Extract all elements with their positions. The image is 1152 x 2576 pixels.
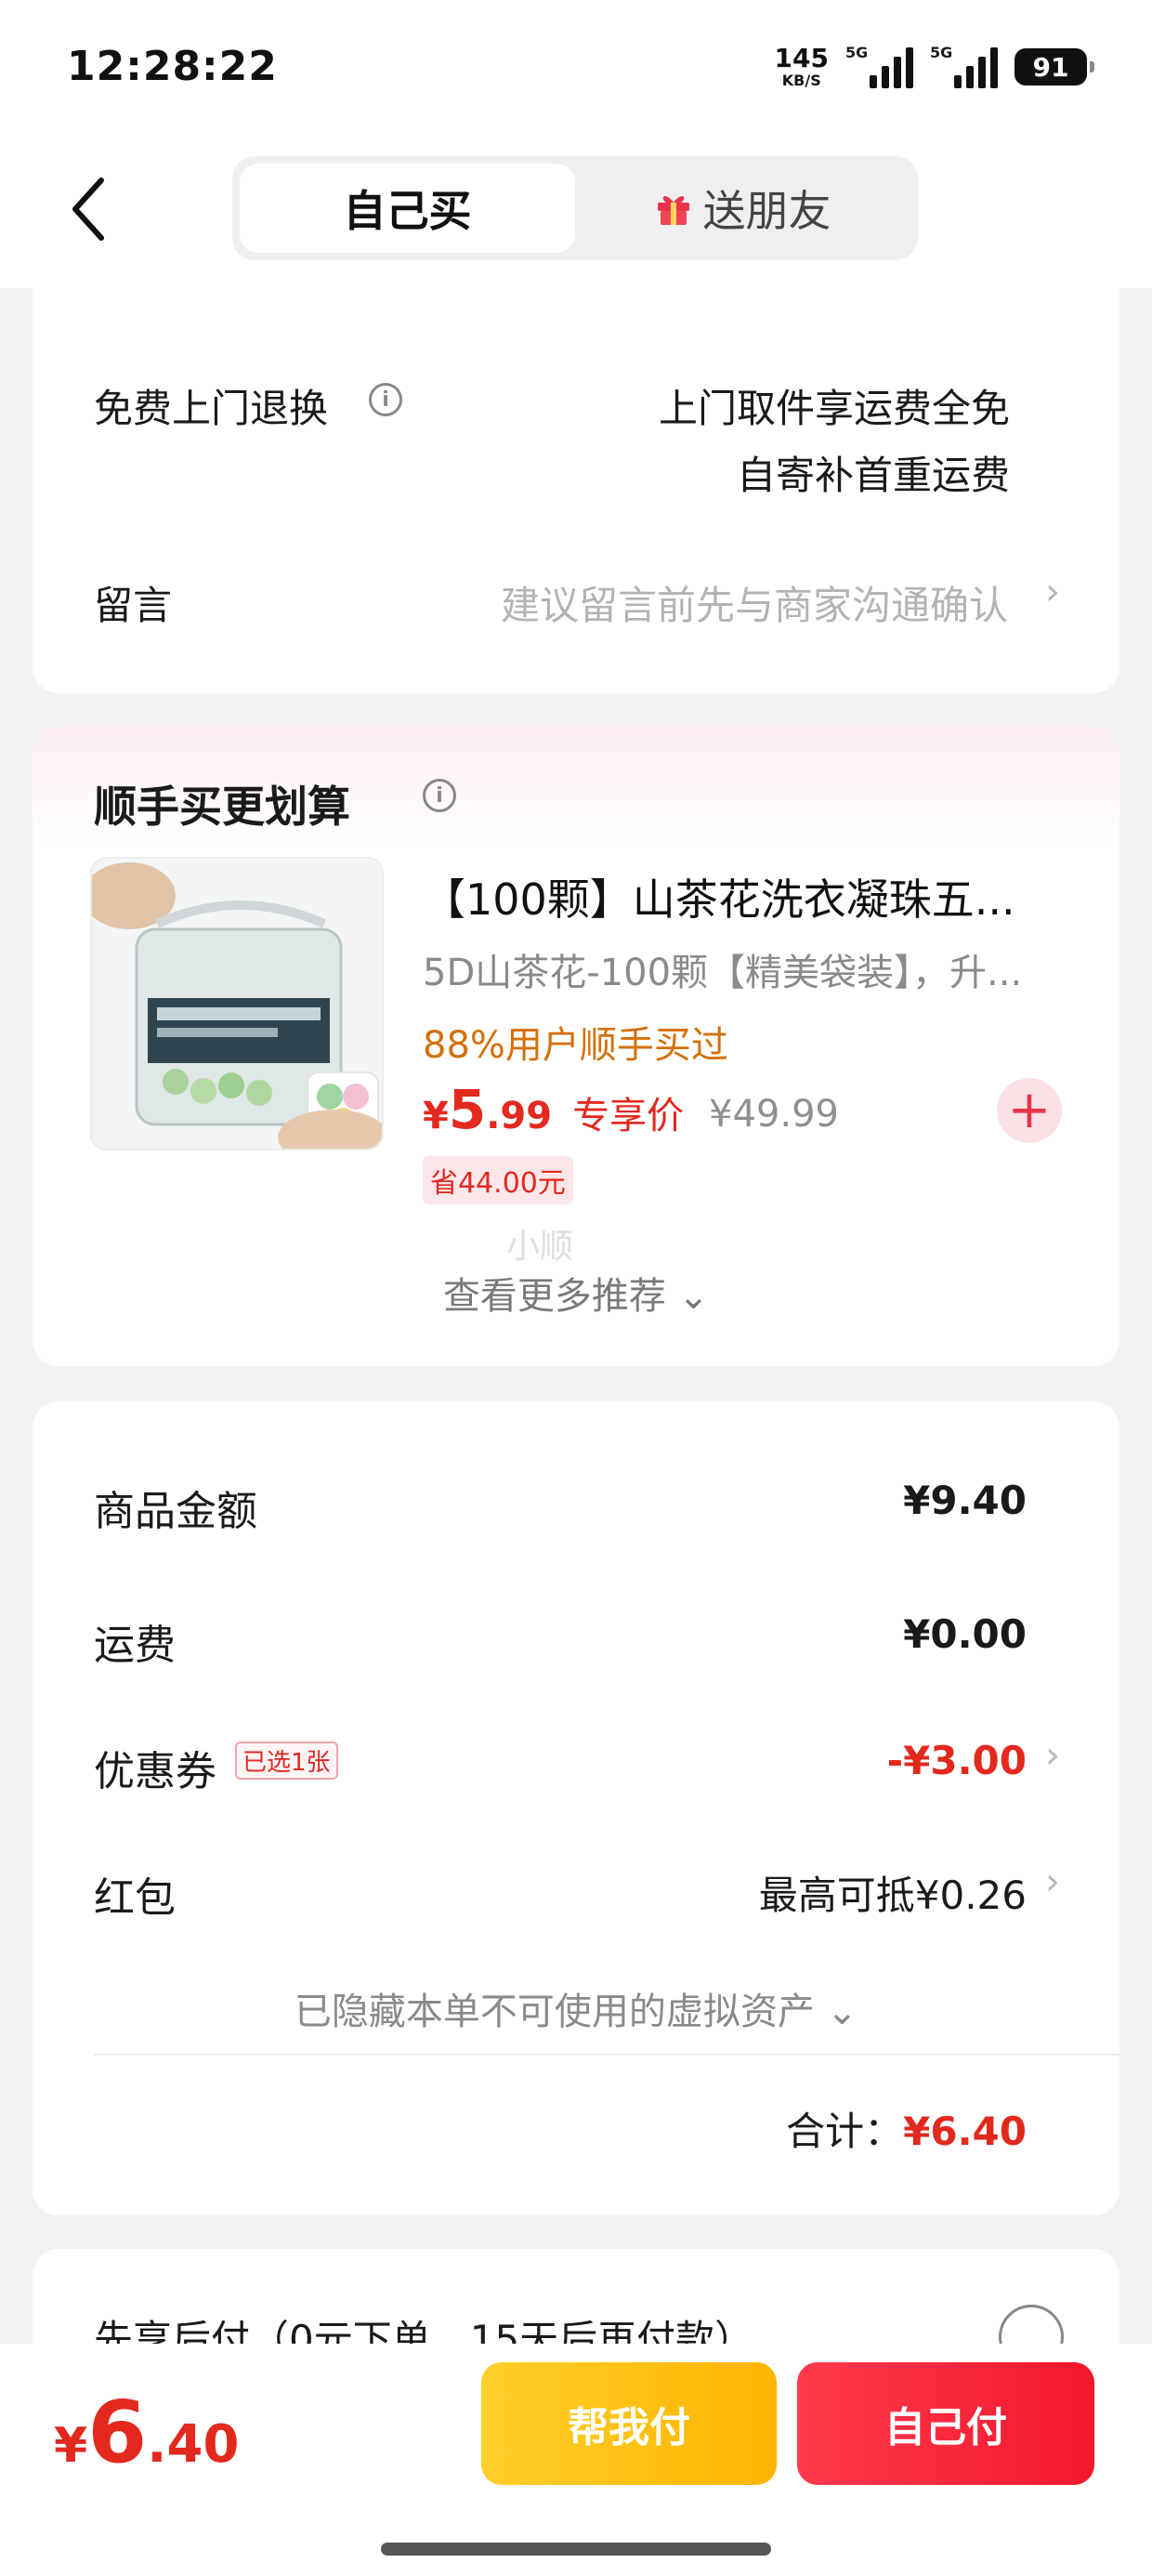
shipping-label: 运费 [94, 1622, 176, 1669]
pay-amount: ¥ 6 .40 [54, 2383, 239, 2482]
price-decimal: .99 [486, 1095, 553, 1137]
tab-buy-self[interactable]: 自己买 [240, 164, 575, 253]
original-price: ¥49.99 [709, 1093, 839, 1136]
gift-icon [657, 196, 689, 225]
total-label: 合计： [786, 2109, 904, 2154]
chevron-right-icon: › [1045, 1860, 1060, 1903]
chevron-right-icon: › [1045, 1734, 1060, 1777]
chevron-down-icon: ⌄ [677, 1275, 710, 1318]
signal-label-2: 5G [930, 44, 953, 61]
network-speed-unit: KB/S [781, 72, 821, 89]
pay-amount-integer: 6 [87, 2383, 148, 2482]
info-icon[interactable]: i [369, 383, 402, 416]
more-recommend-label: 查看更多推荐 [442, 1275, 666, 1318]
coupon-selected-badge: 已选1张 [235, 1741, 338, 1780]
top-nav: 自己买 送朋友 [0, 139, 1152, 288]
red-packet-value[interactable]: 最高可抵¥0.26 [759, 1864, 1027, 1921]
network-speed-value: 145 [774, 43, 829, 73]
goods-amount-label: 商品金额 [94, 1488, 257, 1535]
chevron-right-icon: › [1045, 571, 1060, 613]
divider [94, 2054, 1119, 2056]
signal-icon: 5G [845, 46, 913, 88]
price-tag: 专享价 [572, 1095, 685, 1137]
tab-send-friend[interactable]: 送朋友 [575, 164, 910, 253]
back-button[interactable] [56, 167, 121, 251]
chevron-left-icon [72, 177, 104, 241]
help-me-pay-button[interactable]: 帮我付 [481, 2362, 777, 2485]
chevron-down-icon: ⌄ [826, 1991, 858, 2033]
bottom-action-bar: ¥ 6 .40 帮我付 自己付 [0, 2344, 1152, 2576]
status-icons: 145 KB/S 5G 5G 91 [775, 41, 1094, 93]
product-price: ¥ 5 .99 专享价 [423, 1078, 684, 1141]
plus-icon: + [1007, 1080, 1052, 1140]
price-integer: 5 [448, 1078, 487, 1141]
product-title[interactable]: 【100颗】山茶花洗衣凝珠五... [423, 866, 1015, 927]
service-card: 免费上门退换 i 上门取件享运费全免 自寄补首重运费 留言 建议留言前先与商家沟… [33, 288, 1119, 693]
more-recommend-link[interactable]: 查看更多推荐 ⌄ [33, 1266, 1119, 1320]
home-indicator[interactable] [381, 2543, 771, 2556]
hidden-assets-label: 已隐藏本单不可使用的虚拟资产 [294, 1991, 815, 2033]
coupon-label: 优惠券 [94, 1748, 216, 1795]
product-image[interactable] [90, 857, 384, 1150]
watermark: 小顺 [506, 1228, 574, 1266]
recommend-info-icon[interactable]: i [423, 779, 456, 812]
purchase-mode-switch: 自己买 送朋友 [232, 156, 918, 260]
red-packet-label: 红包 [94, 1874, 176, 1922]
pay-amount-symbol: ¥ [54, 2418, 88, 2474]
total-value: ¥6.40 [903, 2109, 1027, 2154]
battery-icon: 91 [1015, 48, 1094, 85]
coupon-value[interactable]: -¥3.00 [887, 1738, 1027, 1783]
recommend-card: 顺手买更划算 i 【100颗】山茶花洗衣凝珠五... 5D山茶花-100颗【精美… [33, 727, 1119, 1366]
pay-amount-decimal: .40 [147, 2414, 240, 2475]
add-to-order-button[interactable]: + [997, 1078, 1062, 1143]
order-total: 合计：¥6.40 [786, 2100, 1027, 2157]
price-symbol: ¥ [423, 1095, 449, 1137]
tab-buy-self-label: 自己买 [343, 186, 472, 236]
signal-label: 5G [845, 44, 869, 61]
free-return-line1: 上门取件享运费全免 [658, 386, 1010, 431]
network-speed: 145 KB/S [775, 46, 829, 88]
recommend-title: 顺手买更划算 [94, 782, 350, 832]
message-label: 留言 [94, 583, 173, 628]
free-return-label: 免费上门退换 [94, 386, 329, 431]
goods-amount-value: ¥9.40 [903, 1478, 1027, 1523]
fee-card: 商品金额 ¥9.40 运费 ¥0.00 优惠券 已选1张 -¥3.00 › 红包… [33, 1401, 1119, 2215]
save-badge: 省44.00元 [423, 1156, 573, 1204]
product-bought-rate: 88%用户顺手买过 [423, 1024, 728, 1067]
free-return-line2: 自寄补首重运费 [736, 453, 1010, 498]
signal-icon-2: 5G [930, 46, 998, 88]
tab-send-friend-label: 送朋友 [702, 186, 831, 236]
status-bar: 12:28:22 145 KB/S 5G 5G 91 [0, 0, 1152, 139]
pay-myself-button[interactable]: 自己付 [797, 2362, 1094, 2485]
shipping-value: ¥0.00 [903, 1611, 1027, 1657]
hidden-assets-toggle[interactable]: 已隐藏本单不可使用的虚拟资产 ⌄ [33, 1981, 1119, 2035]
message-input[interactable]: 建议留言前先与商家沟通确认 [501, 574, 1008, 631]
product-photo [92, 859, 382, 1149]
status-time: 12:28:22 [67, 43, 278, 90]
product-subtitle: 5D山茶花-100颗【精美袋装】，升... [423, 952, 1023, 994]
